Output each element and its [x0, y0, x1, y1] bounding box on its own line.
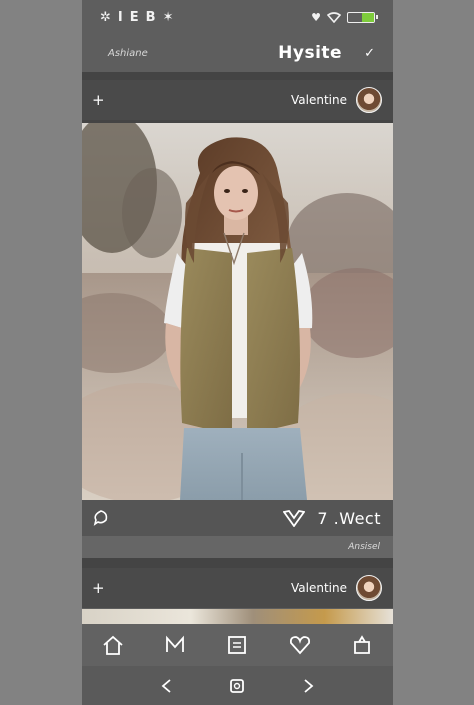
status-system-icons: ♥ — [311, 10, 378, 24]
home-button-icon[interactable] — [222, 671, 252, 701]
app-bar: Ashiane Hysite ✓ — [82, 34, 393, 72]
status-glyph: I — [117, 9, 124, 25]
battery-icon — [347, 11, 378, 23]
post-counter: 7 .Wect — [317, 508, 381, 528]
check-icon[interactable]: ✓ — [364, 46, 375, 61]
app-brand: Hysite — [278, 43, 343, 63]
status-glyph: B — [145, 9, 157, 25]
heart-icon[interactable] — [283, 509, 306, 527]
post-user[interactable]: Valentine — [291, 575, 382, 601]
status-glyph: ✲ — [100, 9, 112, 25]
comment-bubble-icon[interactable] — [92, 509, 110, 527]
post-caption: Ansisel — [348, 542, 380, 552]
add-button[interactable]: + — [92, 91, 105, 109]
status-glyph: E — [129, 9, 140, 25]
likes-icon[interactable] — [280, 628, 320, 662]
bottom-tab-bar — [82, 624, 393, 666]
feed-icon[interactable] — [217, 628, 257, 662]
divider — [82, 558, 393, 568]
avatar[interactable] — [356, 87, 382, 113]
status-indicators: ✲ I E B ✶ — [100, 10, 174, 25]
heart-icon: ♥ — [311, 10, 321, 24]
username[interactable]: Valentine — [291, 93, 347, 107]
upload-icon[interactable] — [342, 628, 382, 662]
home-icon[interactable] — [93, 628, 133, 662]
back-icon[interactable] — [152, 671, 182, 701]
username[interactable]: Valentine — [291, 581, 347, 595]
phone-screen: ✲ I E B ✶ ♥ Ashiane Hysite ✓ + Valentine — [82, 0, 393, 705]
post-photo[interactable] — [82, 123, 393, 500]
post-photo-partial[interactable] — [82, 609, 393, 624]
post-header: + Valentine — [82, 568, 393, 608]
divider — [82, 72, 393, 80]
post-actions: 7 .Wect — [82, 500, 393, 536]
app-subtitle: Ashiane — [108, 47, 148, 59]
status-glyph: ✶ — [162, 9, 175, 25]
post-photo-illustration — [82, 123, 393, 500]
system-nav-bar — [82, 666, 393, 705]
post-caption-row: Ansisel — [82, 536, 393, 558]
add-button[interactable]: + — [92, 579, 105, 597]
messages-icon[interactable] — [155, 628, 195, 662]
wifi-icon — [327, 11, 341, 23]
status-bar: ✲ I E B ✶ ♥ — [82, 0, 393, 34]
forward-icon[interactable] — [293, 671, 323, 701]
avatar[interactable] — [356, 575, 382, 601]
post-user[interactable]: Valentine — [291, 87, 382, 113]
post-header: + Valentine — [82, 80, 393, 120]
